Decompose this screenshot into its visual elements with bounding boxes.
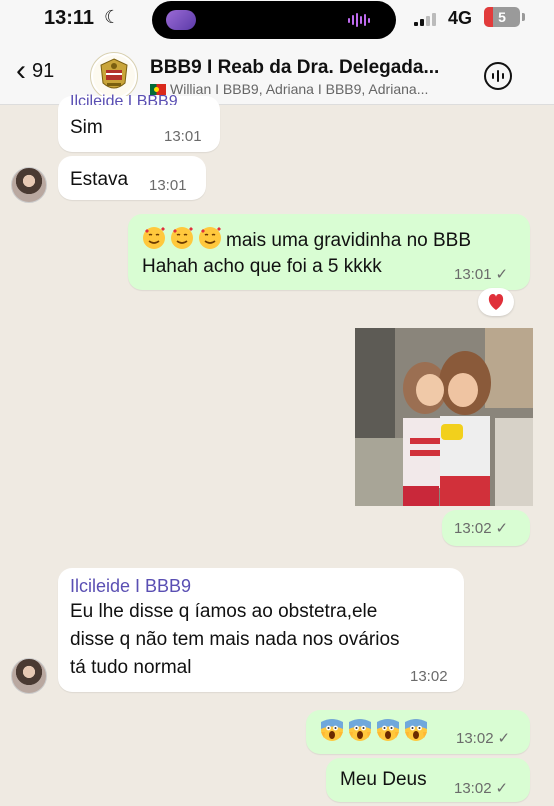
message-bubble-outgoing[interactable]: 13:02 ✓ — [306, 710, 530, 754]
smiling-face-with-hearts-icon — [171, 227, 193, 249]
sender-avatar[interactable] — [11, 167, 47, 203]
single-check-icon: ✓ — [495, 520, 509, 537]
screaming-in-fear-icon — [321, 719, 343, 741]
chat-title[interactable]: BBB9 I Reab da Dra. Delegada... — [150, 57, 462, 79]
message-bubble-incoming[interactable]: Ilcileide I BBB9 Eu lhe disse q íamos ao… — [58, 568, 464, 692]
message-line-2: disse q não tem mais nada nos ovários — [70, 629, 400, 650]
message-meta: 13:01 ✓ — [454, 265, 508, 283]
message-time: 13:01 — [149, 177, 187, 194]
battery-level: 5 — [498, 9, 506, 25]
smiling-face-with-hearts-icon — [199, 227, 221, 249]
audio-call-icon[interactable] — [484, 62, 512, 90]
message-time: 13:02 — [456, 730, 494, 747]
status-time: 13:11 — [44, 7, 95, 29]
message-text: Estava — [70, 169, 129, 190]
photo-thumbnail — [355, 328, 533, 506]
now-playing-thumbnail — [166, 10, 196, 30]
audio-wave-icon — [348, 12, 370, 28]
message-line-1: mais uma gravidinha no BBB — [142, 226, 471, 252]
message-meta: 13:02 ✓ — [454, 779, 508, 797]
message-bubble-outgoing[interactable]: mais uma gravidinha no BBB Hahah acho qu… — [128, 214, 530, 290]
sender-avatar[interactable] — [11, 658, 47, 694]
back-button[interactable]: ‹ 91 — [16, 54, 55, 87]
message-line-3: tá tudo normal — [70, 657, 192, 678]
screaming-in-fear-icon — [349, 719, 371, 741]
unread-count: 91 — [32, 59, 55, 82]
reaction-badge[interactable] — [478, 288, 514, 316]
message-time: 13:02 — [454, 780, 492, 797]
emoji-message — [320, 718, 432, 744]
message-line-2: Hahah acho que foi a 5 kkkk — [142, 256, 382, 277]
chat-participants[interactable]: Willian I BBB9, Adriana I BBB9, Adriana.… — [150, 81, 468, 97]
image-message-meta: 13:02 ✓ — [442, 510, 530, 546]
sender-name[interactable]: Ilcileide I BBB9 — [70, 576, 191, 597]
single-check-icon: ✓ — [495, 266, 509, 283]
battery-icon: 5 — [484, 7, 520, 27]
message-line-1: Eu lhe disse q íamos ao obstetra,ele — [70, 601, 378, 622]
smiling-face-with-hearts-icon — [143, 227, 165, 249]
message-text: Meu Deus — [340, 769, 427, 790]
message-time: 13:02 — [454, 520, 492, 537]
message-bubble-incoming[interactable]: Estava 13:01 — [58, 156, 206, 200]
status-bar: 13:11 ☾ 4G 5 — [0, 0, 554, 40]
message-bubble-outgoing[interactable]: Meu Deus 13:02 ✓ — [326, 758, 530, 802]
message-time: 13:01 — [164, 128, 202, 145]
signal-icon — [414, 12, 436, 26]
battery-tip — [522, 13, 525, 21]
message-text: Sim — [70, 117, 103, 138]
chevron-left-icon: ‹ — [16, 54, 26, 87]
single-check-icon: ✓ — [497, 730, 511, 747]
message-meta: 13:02 ✓ — [456, 729, 510, 747]
message-meta: 13:02 ✓ — [454, 519, 508, 537]
moon-icon: ☾ — [104, 7, 121, 27]
network-type: 4G — [448, 8, 473, 28]
message-time: 13:01 — [454, 266, 492, 283]
message-bubble-incoming[interactable]: Ilcileide I BBB9 Sim 13:01 — [58, 93, 220, 152]
screaming-in-fear-icon — [405, 719, 427, 741]
message-time: 13:02 — [410, 668, 448, 685]
sender-name: Ilcileide I BBB9 — [70, 93, 178, 105]
single-check-icon: ✓ — [495, 780, 509, 797]
message-text: mais uma gravidinha no BBB — [226, 230, 472, 251]
image-message[interactable] — [355, 328, 533, 506]
dynamic-island[interactable] — [152, 1, 396, 39]
screaming-in-fear-icon — [377, 719, 399, 741]
battery-level-fill — [484, 7, 493, 27]
participants-text: Willian I BBB9, Adriana I BBB9, Adriana.… — [170, 81, 429, 97]
heart-icon — [488, 294, 504, 310]
